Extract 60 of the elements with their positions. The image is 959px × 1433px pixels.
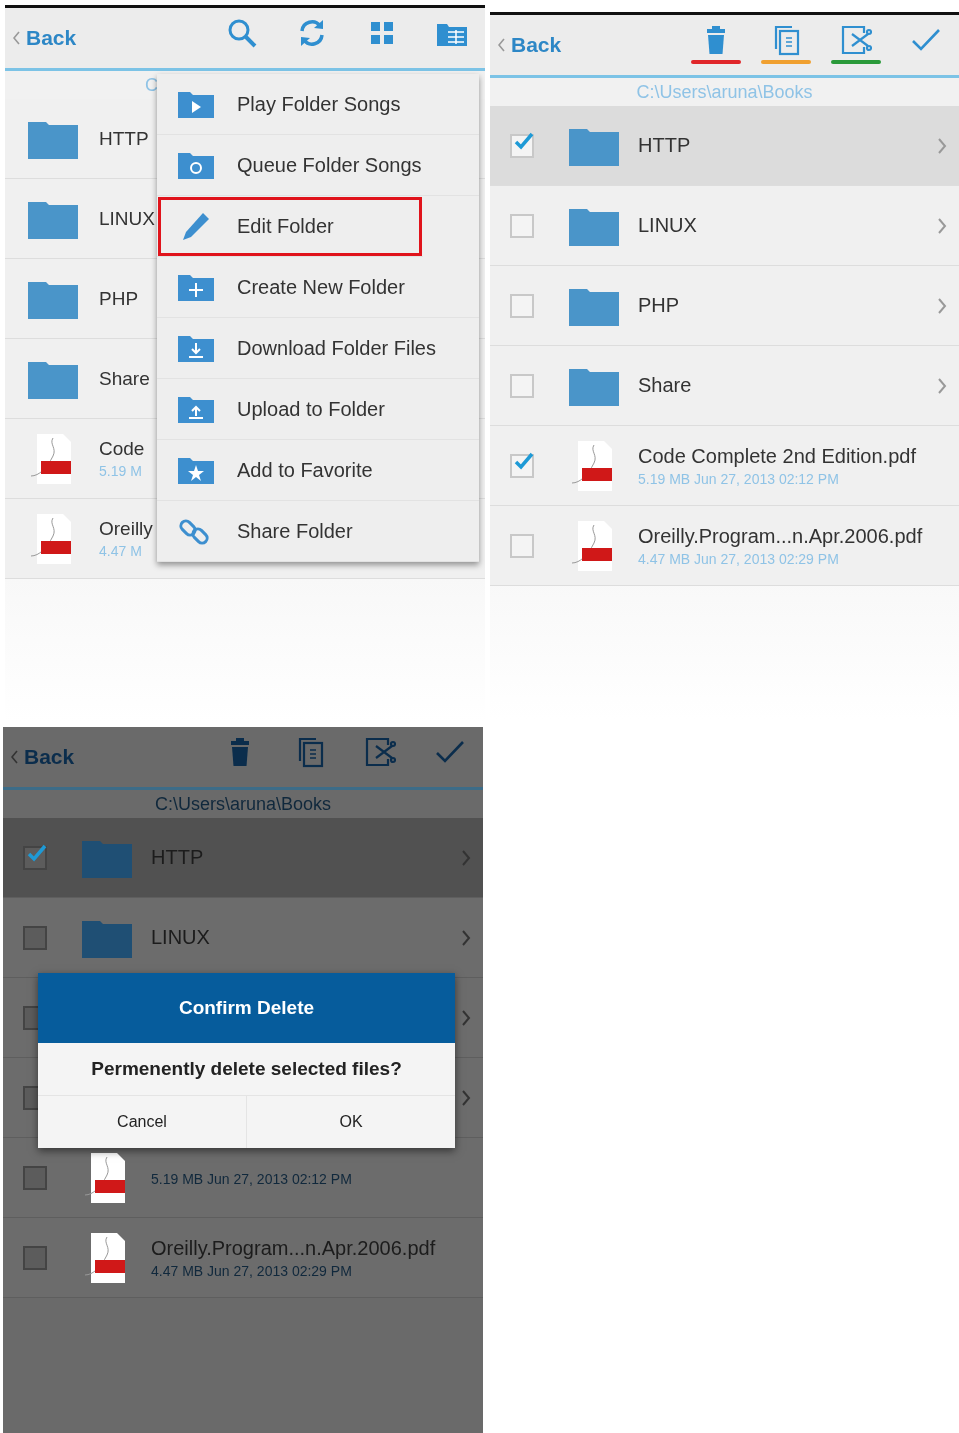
folder-path: C:\Users\aruna\Books: [153, 793, 333, 816]
menu-item[interactable]: Queue Folder Songs: [157, 135, 479, 196]
chevron-right-icon: [937, 216, 947, 235]
folder-favorite-icon: [177, 455, 215, 485]
menu-item[interactable]: Add to Favorite: [157, 440, 479, 501]
folder-path: C:\Users\aruna\Books: [635, 81, 814, 104]
file-details: 5.19 MB Jun 27, 2013 02:12 PM: [638, 470, 840, 487]
folder-create-icon: [177, 272, 215, 302]
folder-download-icon: [177, 333, 215, 363]
chevron-right-icon: [461, 928, 471, 947]
folder-upload-icon: [177, 394, 215, 424]
file-name: HTTP: [638, 134, 691, 157]
chevron-left-icon: [13, 31, 21, 45]
menu-item[interactable]: Play Folder Songs: [157, 74, 479, 135]
checkbox[interactable]: [23, 925, 47, 950]
folder-path: C: [144, 74, 159, 97]
checkbox[interactable]: [23, 845, 47, 870]
file-row[interactable]: HTTP: [490, 106, 959, 186]
folder-play-icon: [177, 89, 215, 119]
dialog-button[interactable]: Cancel: [38, 1096, 247, 1148]
chevron-right-icon: [937, 136, 947, 155]
cut-icon: [840, 24, 872, 56]
file-name: PHP: [638, 294, 680, 317]
file-name: LINUX: [638, 214, 697, 237]
chevron-left-icon: [11, 750, 19, 764]
file-name: Oreilly.Program...n.Apr.2006.pdf: [638, 524, 923, 548]
file-details: 4.47 M: [99, 543, 143, 559]
menu-item[interactable]: Edit Folder: [157, 196, 423, 257]
cut-icon: [364, 736, 396, 768]
menu-item[interactable]: Create New Folder: [157, 257, 479, 318]
folder-queue-icon: [177, 150, 215, 180]
file-details: 5.19 M: [99, 463, 143, 479]
chevron-right-icon: [937, 376, 947, 395]
file-name: LINUX: [151, 926, 210, 949]
file-name: Oreilly: [99, 518, 153, 540]
chevron-right-icon: [461, 1088, 471, 1107]
menu-item[interactable]: Share Folder: [157, 501, 479, 562]
file-name: HTTP: [99, 127, 149, 150]
menu-item[interactable]: Download Folder Files: [157, 318, 479, 379]
checkbox[interactable]: [23, 1165, 47, 1190]
menu-item[interactable]: Upload to Folder: [157, 379, 479, 440]
file-name: Share: [638, 374, 692, 397]
chevron-right-icon: [461, 848, 471, 867]
file-details: 4.47 MB Jun 27, 2013 02:29 PM: [638, 550, 840, 567]
file-name: Share: [99, 367, 150, 390]
file-name: Code: [99, 438, 145, 460]
file-details: 5.19 MB Jun 27, 2013 02:12 PM: [151, 1171, 352, 1187]
file-details: 4.47 MB Jun 27, 2013 02:29 PM: [151, 1262, 353, 1279]
file-name: Code Complete 2nd Edition.pdf: [638, 444, 916, 468]
dialog-title: Confirm Delete: [38, 973, 455, 1043]
search-icon: [226, 17, 258, 49]
file-name: Oreilly.Program...n.Apr.2006.pdf: [151, 1236, 436, 1260]
chevron-left-icon: [498, 38, 506, 52]
dialog-button[interactable]: OK: [247, 1096, 455, 1148]
file-name: PHP: [99, 287, 139, 310]
chevron-right-icon: [937, 296, 947, 315]
file-row[interactable]: Oreilly.Program...n.Apr.2006.pdf 4.47 MB Jun 27, 2013 02:29 PM: [490, 506, 959, 586]
file-name: LINUX: [99, 207, 155, 230]
chevron-right-icon: [461, 1008, 471, 1027]
checkbox[interactable]: [23, 1245, 47, 1270]
